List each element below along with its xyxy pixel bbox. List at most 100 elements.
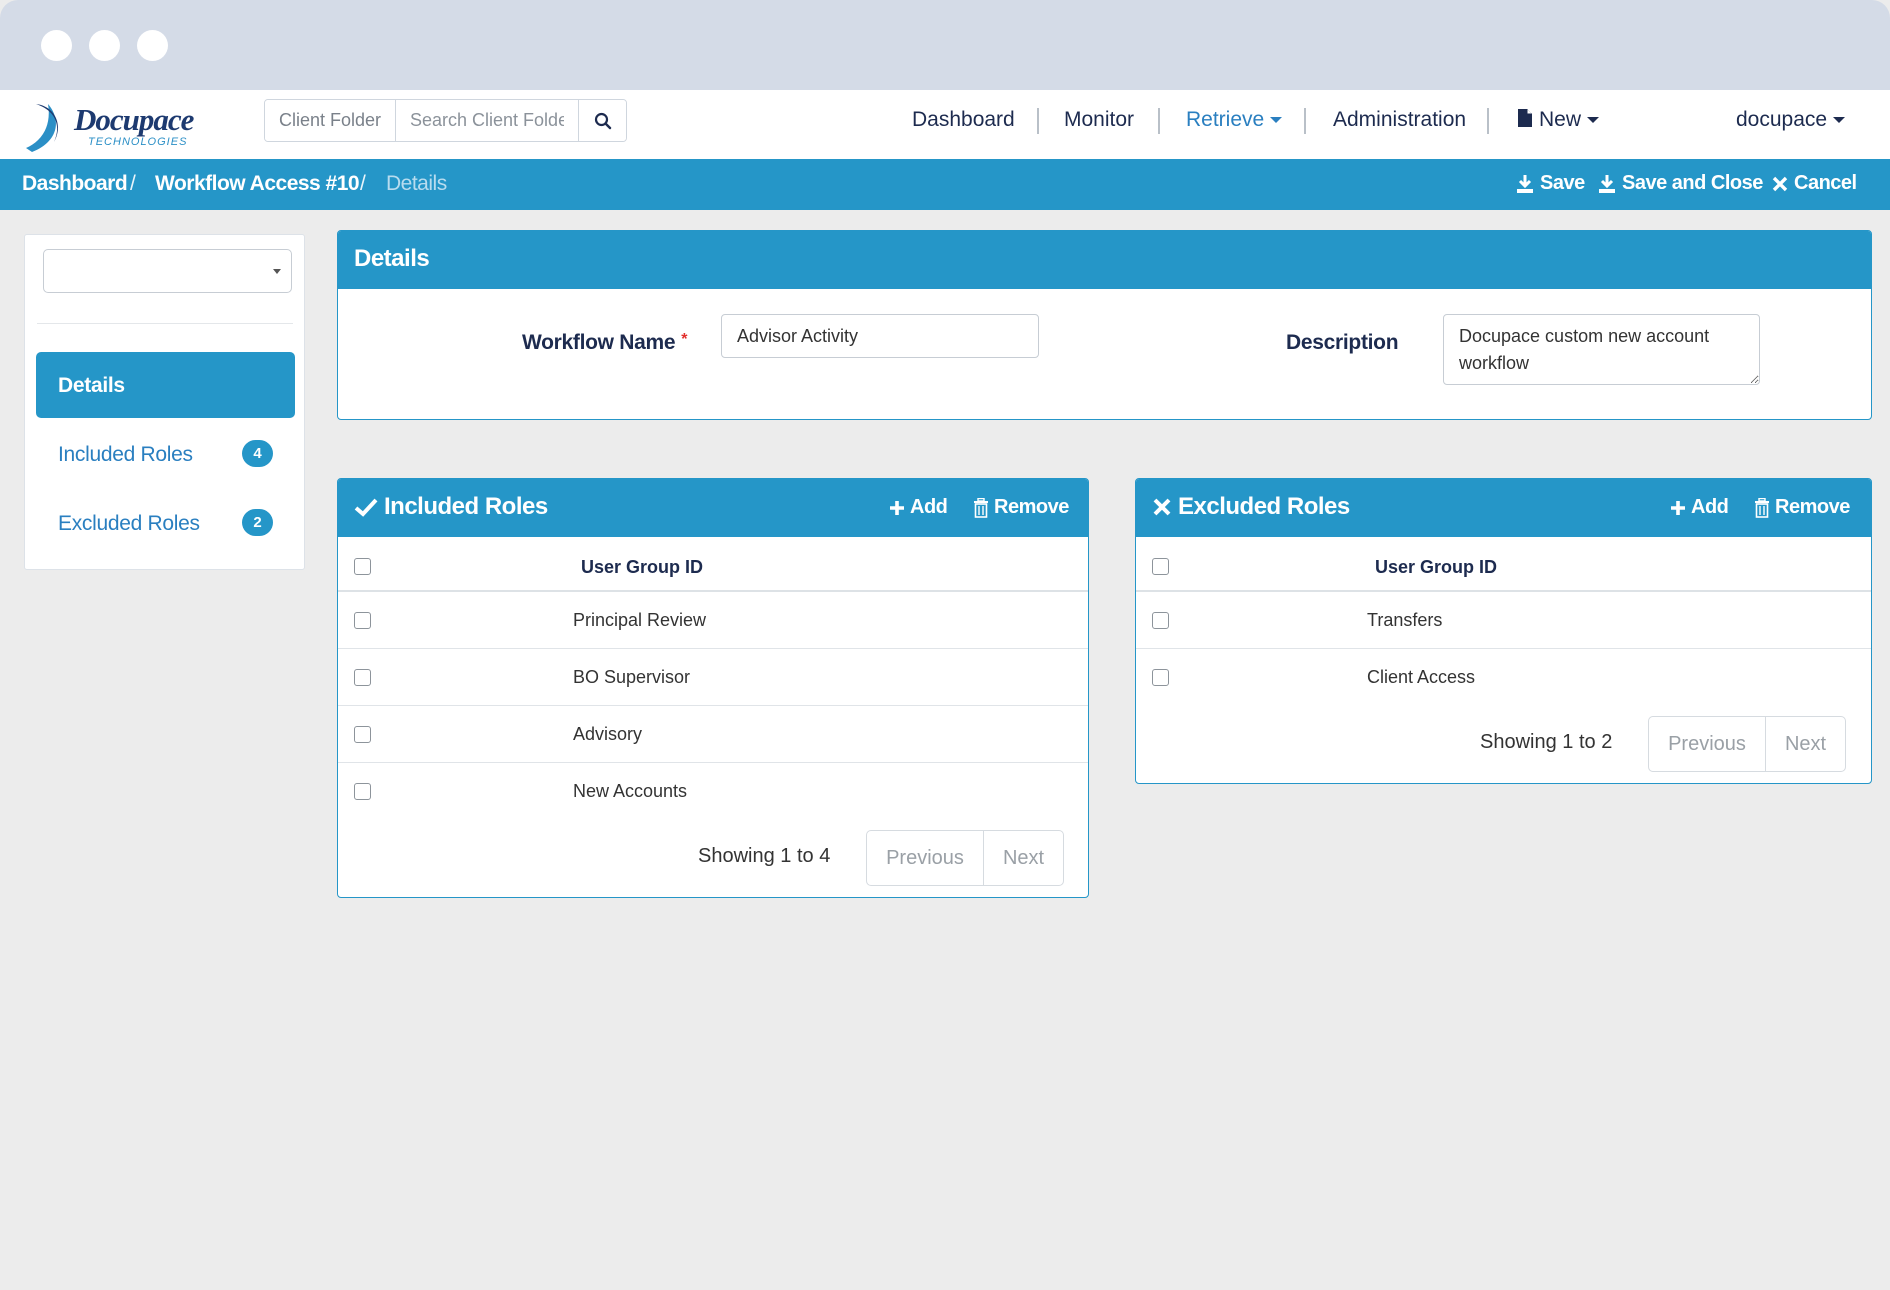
breadcrumb-current: Details (386, 172, 447, 195)
excluded-roles-header: Excluded Roles Add Remove (1136, 479, 1871, 537)
nav-new[interactable]: New (1517, 108, 1600, 132)
details-panel-header: Details (338, 231, 1871, 289)
row-checkbox[interactable] (354, 726, 371, 743)
sidebar-item-excluded-roles[interactable]: Excluded Roles 2 (36, 490, 295, 556)
sidebar-item-details[interactable]: Details (36, 352, 295, 418)
excluded-table-header: User Group ID (1136, 537, 1871, 592)
download-icon (1517, 174, 1533, 193)
row-checkbox[interactable] (354, 612, 371, 629)
table-row[interactable]: Principal Review (338, 592, 1088, 649)
included-add-label: Add (910, 496, 948, 518)
cancel-button[interactable]: Cancel (1772, 172, 1857, 195)
save-button[interactable]: Save (1516, 172, 1585, 195)
breadcrumb-separator: / (130, 172, 136, 195)
window-close-dot[interactable] (41, 30, 72, 61)
included-showing-text: Showing 1 to 4 (698, 845, 831, 867)
nav-monitor[interactable]: Monitor (1064, 108, 1134, 132)
table-row[interactable]: BO Supervisor (338, 649, 1088, 706)
description-textarea[interactable]: Docupace custom new account workflow (1443, 314, 1760, 385)
trash-icon (1755, 497, 1769, 518)
sidebar-item-label: Excluded Roles (58, 512, 200, 535)
logo-swoosh-icon (26, 104, 58, 152)
user-menu[interactable]: docupace (1736, 108, 1846, 132)
breadcrumb-workflow-access[interactable]: Workflow Access #10 (155, 172, 360, 196)
included-roles-title: Included Roles (354, 493, 548, 521)
column-header-user-group-id: User Group ID (1375, 557, 1498, 577)
excluded-pagination: Previous Next (1648, 716, 1846, 772)
included-roles-panel: Included Roles Add Remove User Group ID … (337, 478, 1089, 898)
included-select-all-checkbox[interactable] (354, 558, 371, 575)
excluded-add-button[interactable]: Add (1670, 496, 1729, 519)
nav-divider (1304, 108, 1306, 134)
chevron-down-icon (1270, 117, 1283, 124)
client-folder-search: Client Folder (264, 99, 627, 142)
sidebar-item-label: Details (58, 374, 125, 397)
nav-retrieve[interactable]: Retrieve (1186, 108, 1283, 132)
user-group-id-cell: Transfers (1367, 610, 1443, 630)
breadcrumb-bar: Dashboard / Workflow Access #10 / Detail… (0, 159, 1890, 210)
count-badge: 2 (242, 509, 273, 536)
save-and-close-label: Save and Close (1622, 172, 1763, 194)
plus-icon (1671, 500, 1685, 515)
breadcrumb-dashboard[interactable]: Dashboard (22, 172, 128, 196)
top-navbar: Docupace TECHNOLOGIES Client Folder Dash… (0, 90, 1890, 159)
table-row[interactable]: Transfers (1136, 592, 1871, 649)
file-icon (1518, 109, 1532, 127)
workflow-name-label: Workflow Name * (522, 331, 687, 355)
included-pagination: Previous Next (866, 830, 1064, 886)
excluded-add-label: Add (1691, 496, 1729, 518)
sidebar: Details Included Roles 4 Excluded Roles … (24, 234, 305, 570)
nav-divider (1487, 108, 1489, 134)
nav-divider (1158, 108, 1160, 134)
table-row[interactable]: New Accounts (338, 763, 1088, 820)
excluded-roles-title: Excluded Roles (1152, 493, 1350, 521)
chevron-down-icon (1833, 117, 1846, 124)
excluded-next-button[interactable]: Next (1766, 717, 1845, 771)
checkmark-icon (354, 498, 378, 517)
row-checkbox[interactable] (1152, 669, 1169, 686)
column-header-user-group-id: User Group ID (581, 557, 704, 577)
included-roles-header: Included Roles Add Remove (338, 479, 1088, 537)
breadcrumb-separator: / (360, 172, 366, 195)
search-button[interactable] (578, 100, 626, 141)
included-add-button[interactable]: Add (889, 496, 948, 519)
excluded-remove-button[interactable]: Remove (1754, 496, 1850, 519)
included-previous-button[interactable]: Previous (867, 831, 984, 885)
sidebar-item-label: Included Roles (58, 443, 193, 466)
excluded-select-all-checkbox[interactable] (1152, 558, 1169, 575)
excluded-previous-button[interactable]: Previous (1649, 717, 1766, 771)
plus-icon (890, 500, 904, 515)
window-maximize-dot[interactable] (137, 30, 168, 61)
save-and-close-button[interactable]: Save and Close (1598, 172, 1763, 195)
docupace-logo[interactable]: Docupace TECHNOLOGIES (18, 98, 218, 154)
nav-dashboard[interactable]: Dashboard (912, 108, 1015, 132)
workflow-name-input[interactable] (721, 314, 1039, 358)
trash-icon (974, 497, 988, 518)
required-marker: * (681, 331, 688, 348)
row-checkbox[interactable] (354, 669, 371, 686)
included-remove-button[interactable]: Remove (973, 496, 1069, 519)
chevron-down-icon (1587, 117, 1600, 124)
user-group-id-cell: Principal Review (573, 610, 707, 630)
user-group-id-cell: BO Supervisor (573, 667, 691, 687)
count-badge: 4 (242, 440, 273, 467)
user-group-id-cell: Client Access (1367, 667, 1476, 687)
table-row[interactable]: Client Access (1136, 649, 1871, 706)
row-checkbox[interactable] (1152, 612, 1169, 629)
sidebar-select[interactable] (43, 249, 292, 293)
row-checkbox[interactable] (354, 783, 371, 800)
search-icon (594, 112, 611, 129)
included-next-button[interactable]: Next (984, 831, 1063, 885)
cancel-label: Cancel (1794, 172, 1857, 194)
table-row[interactable]: Advisory (338, 706, 1088, 763)
window-minimize-dot[interactable] (89, 30, 120, 61)
nav-administration[interactable]: Administration (1333, 108, 1466, 132)
search-input[interactable] (396, 100, 578, 141)
save-label: Save (1540, 172, 1585, 194)
details-panel-title: Details (354, 245, 430, 272)
user-name: docupace (1736, 108, 1828, 131)
nav-retrieve-label: Retrieve (1186, 108, 1265, 131)
close-icon (1153, 498, 1171, 516)
sidebar-item-included-roles[interactable]: Included Roles 4 (36, 421, 295, 487)
excluded-roles-panel: Excluded Roles Add Remove User Group ID … (1135, 478, 1872, 784)
